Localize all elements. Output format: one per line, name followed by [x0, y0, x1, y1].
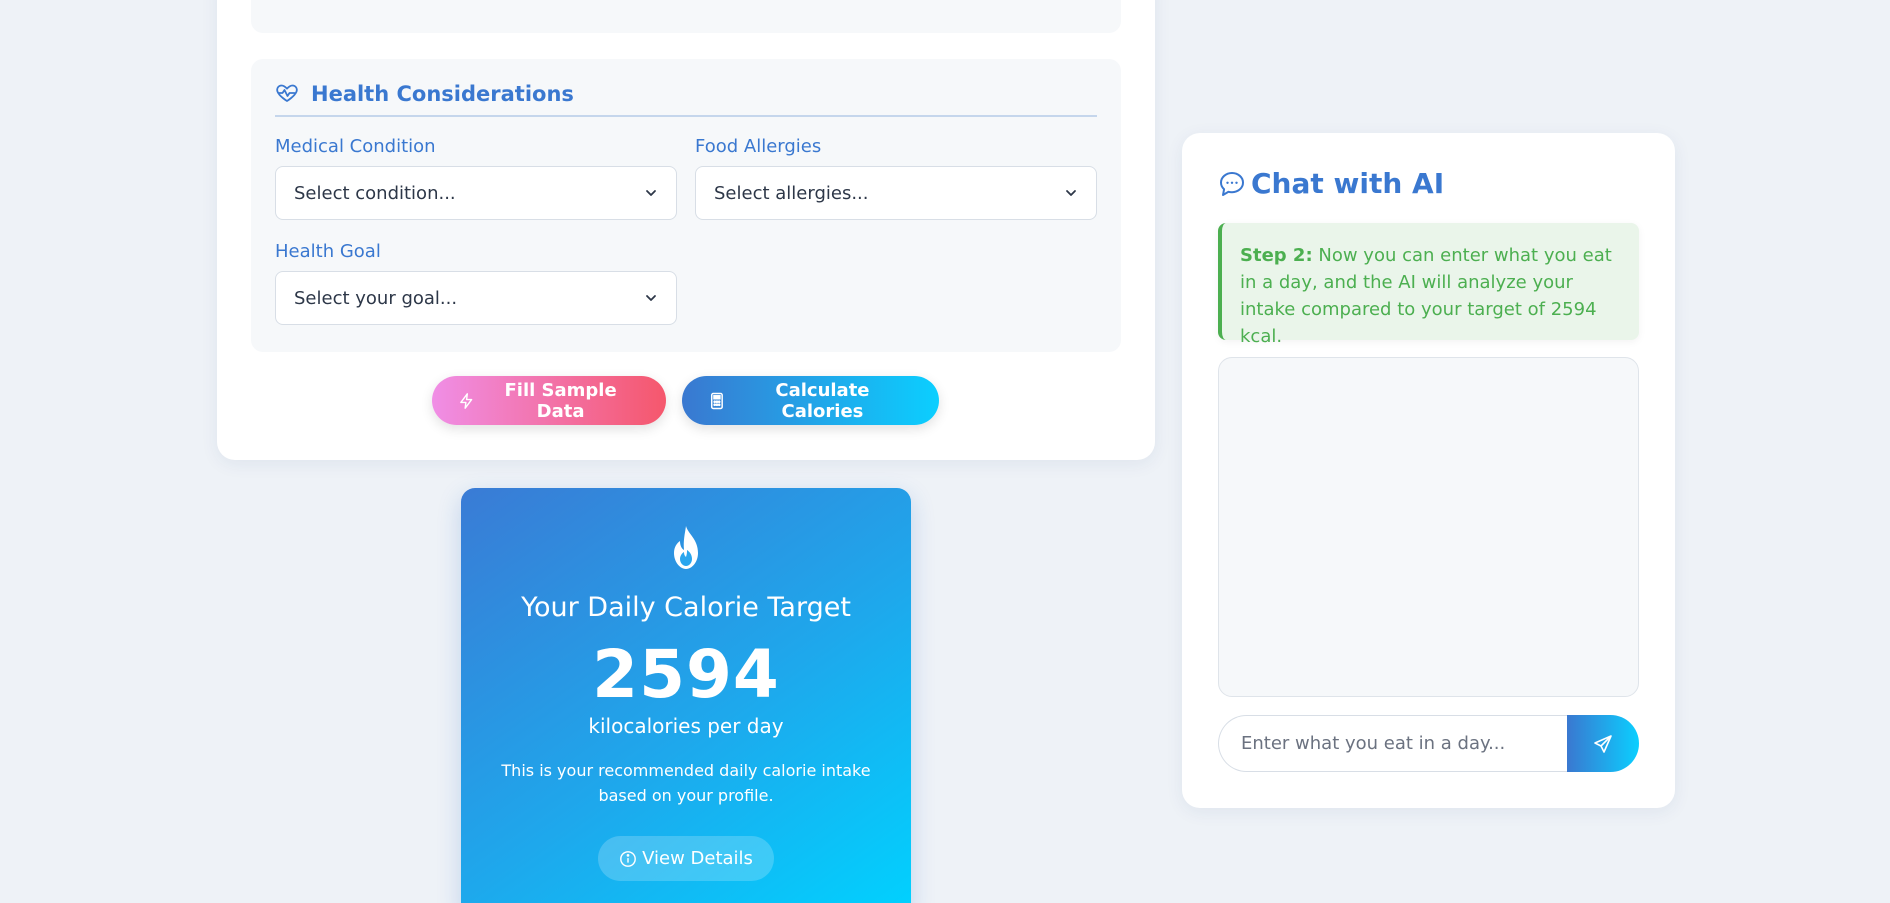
form-actions: Fill Sample Data Calculate Calories — [432, 376, 939, 425]
calorie-description: This is your recommended daily calorie i… — [501, 761, 871, 805]
food-allergies-label: Food Allergies — [695, 136, 822, 157]
fill-sample-data-button[interactable]: Fill Sample Data — [432, 376, 666, 425]
chevron-down-icon — [646, 295, 656, 301]
step-instruction: Step 2: Now you can enter what you eat i… — [1218, 223, 1639, 347]
chat-messages[interactable] — [1218, 357, 1639, 697]
medical-condition-label: Medical Condition — [275, 136, 436, 157]
chat-input-row — [1218, 715, 1639, 772]
health-goal-value: Select your goal... — [294, 287, 458, 309]
calculate-calories-label: Calculate Calories — [775, 379, 870, 422]
chat-panel: Chat with AI Step 2: Now you can enter w… — [1182, 133, 1675, 808]
calculator-form-card: Health Considerations Medical Condition … — [217, 0, 1155, 460]
fill-sample-data-label: Fill Sample Data — [504, 379, 617, 422]
step-label: Step 2: — [1240, 245, 1313, 266]
calorie-result-card: Your Daily Calorie Target 2594 kilocalor… — [461, 488, 911, 903]
send-icon — [1594, 734, 1612, 753]
flame-icon — [674, 526, 698, 569]
heart-pulse-icon — [276, 84, 298, 102]
food-allergies-value: Select allergies... — [714, 182, 869, 204]
food-allergies-field: Food Allergies Select allergies... — [695, 136, 1097, 220]
food-allergies-select[interactable]: Select allergies... — [695, 166, 1097, 220]
section-header: Health Considerations — [275, 77, 1097, 117]
calculate-calories-button[interactable]: Calculate Calories — [682, 376, 939, 425]
chat-bubble-icon — [1220, 171, 1244, 196]
calorie-unit: kilocalories per day — [588, 714, 784, 738]
calorie-target-value: 2594 — [592, 636, 780, 713]
medical-condition-value: Select condition... — [294, 182, 456, 204]
calorie-target-title: Your Daily Calorie Target — [521, 592, 851, 623]
medical-condition-field: Medical Condition Select condition... — [275, 136, 677, 220]
chat-message-input[interactable] — [1218, 715, 1567, 772]
health-goal-select[interactable]: Select your goal... — [275, 271, 677, 325]
chat-header: Chat with AI — [1218, 167, 1444, 200]
view-details-button[interactable]: View Details — [598, 836, 774, 881]
chevron-down-icon — [646, 190, 656, 196]
calculator-icon — [710, 392, 723, 409]
health-goal-label: Health Goal — [275, 241, 381, 262]
view-details-label: View Details — [642, 848, 753, 869]
send-button[interactable] — [1567, 715, 1639, 772]
medical-condition-select[interactable]: Select condition... — [275, 166, 677, 220]
previous-form-section — [251, 0, 1121, 33]
bolt-icon — [460, 392, 473, 409]
health-goal-field: Health Goal Select your goal... — [275, 241, 677, 325]
health-considerations-section: Health Considerations Medical Condition … — [251, 59, 1121, 352]
chat-title: Chat with AI — [1251, 167, 1445, 200]
chevron-down-icon — [1066, 190, 1076, 196]
info-icon — [620, 850, 636, 867]
section-title: Health Considerations — [311, 82, 574, 106]
